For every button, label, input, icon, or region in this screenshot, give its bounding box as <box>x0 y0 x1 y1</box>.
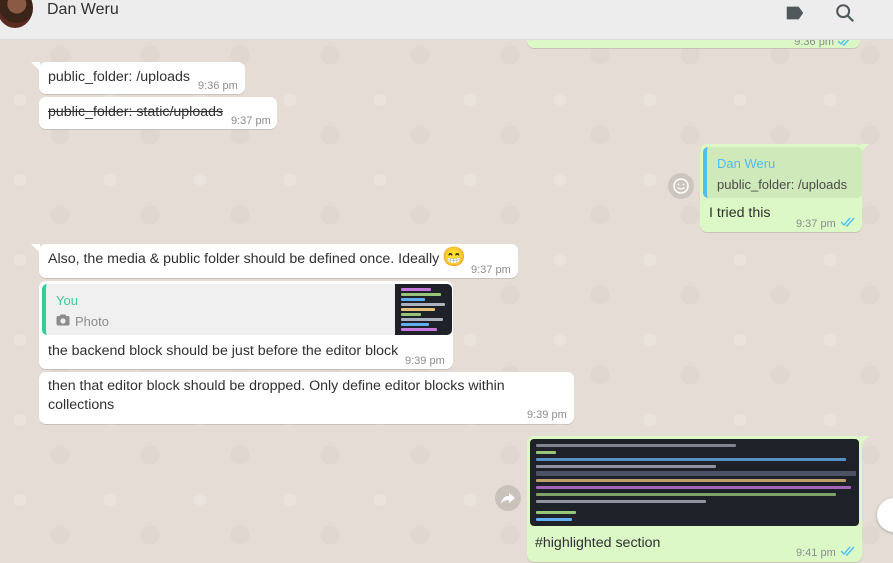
message-time: 9:39 pm <box>405 355 445 367</box>
message-text: public_folder: /uploads <box>48 69 190 85</box>
emoji: 😁 <box>442 247 466 268</box>
quote-text: public_folder: /uploads <box>717 177 848 192</box>
label-icon[interactable] <box>784 2 806 24</box>
message-text: I tried this <box>709 205 771 221</box>
message-text-line-1: then that editor block should be dropped… <box>48 378 505 394</box>
message-text: the backend block should be just before … <box>48 343 399 359</box>
emoji-reaction-button[interactable] <box>668 173 694 199</box>
message-bubble-outgoing[interactable]: Dan Weru public_folder: /uploads I tried… <box>700 144 862 232</box>
message-text: public_folder: static/uploads <box>48 104 224 120</box>
message-bubble-incoming[interactable]: You Photo the backend block should be ju… <box>39 281 453 369</box>
contact-name[interactable]: Dan Weru <box>47 1 119 19</box>
message-bubble-outgoing[interactable]: #highlighted section 9:41 pm <box>527 436 862 562</box>
smiley-icon <box>673 178 689 194</box>
avatar[interactable] <box>0 0 33 28</box>
message-text-line-2: collections <box>48 397 115 413</box>
image-caption: #highlighted section <box>535 535 661 551</box>
message-time: 9:41 pm <box>796 547 836 559</box>
message-time: 9:36 pm <box>198 80 238 92</box>
message-time: 9:39 pm <box>527 409 567 421</box>
image-attachment[interactable] <box>530 439 859 526</box>
quoted-message[interactable]: Dan Weru public_folder: /uploads <box>703 147 862 198</box>
read-ticks-icon <box>840 546 855 556</box>
quoted-message[interactable]: You Photo <box>42 284 452 335</box>
message-bubble-incoming[interactable]: then that editor block should be dropped… <box>39 372 574 424</box>
message-time: 9:37 pm <box>231 115 271 127</box>
message-text: Also, the media & public folder should b… <box>48 251 440 267</box>
message-time: 9:37 pm <box>796 218 836 230</box>
forward-icon <box>501 493 515 504</box>
message-bubble-incoming[interactable]: public_folder: static/uploads 9:37 pm <box>39 97 277 129</box>
chat-header: Dan Weru <box>0 0 893 40</box>
camera-icon <box>56 314 70 326</box>
search-icon[interactable] <box>834 2 856 24</box>
read-ticks-icon <box>840 217 855 227</box>
forward-button[interactable] <box>495 485 521 511</box>
quote-author: You <box>56 293 78 308</box>
message-bubble-incoming[interactable]: public_folder: /uploads 9:36 pm <box>39 62 245 94</box>
message-bubble-incoming[interactable]: Also, the media & public folder should b… <box>39 244 518 278</box>
quote-author: Dan Weru <box>717 156 776 171</box>
message-time: 9:37 pm <box>471 264 511 276</box>
photo-thumbnail[interactable] <box>395 284 452 335</box>
quote-text: Photo <box>75 314 109 329</box>
